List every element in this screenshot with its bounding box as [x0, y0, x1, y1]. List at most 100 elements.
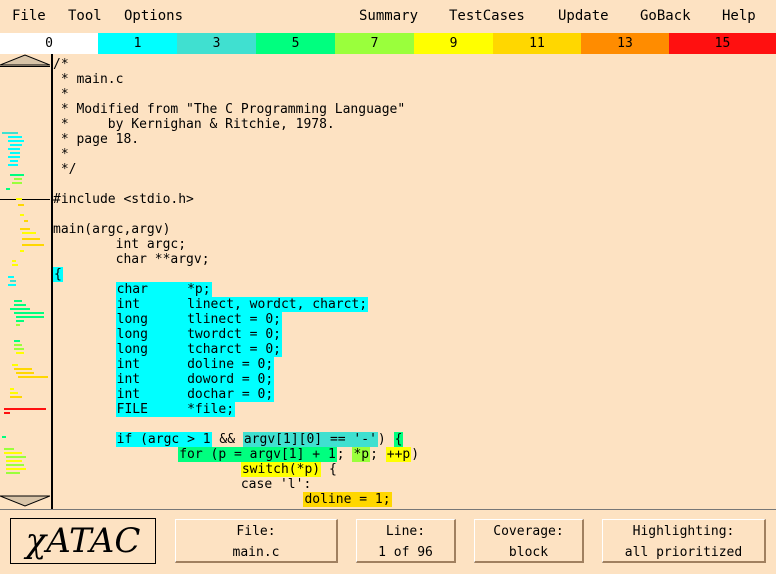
- highlighting-panel[interactable]: Highlighting: all prioritized: [602, 519, 766, 563]
- priority-label: 15: [714, 36, 731, 51]
- priority-label: 1: [133, 36, 142, 51]
- coverage-mark: [4, 452, 22, 454]
- coverage-mark: [4, 412, 10, 414]
- code-line: int argc;: [53, 237, 776, 252]
- coverage-mark: [8, 148, 20, 150]
- overview-scrollbar[interactable]: [0, 54, 53, 509]
- coverage-highlight: int dochar = 0;: [115, 387, 275, 402]
- code-line: *: [53, 147, 776, 162]
- coverage-mark: [6, 460, 22, 462]
- code-text: * by Kernighan & Ritchie, 1978.: [53, 117, 335, 132]
- coverage-mark: [10, 388, 14, 390]
- code-line: switch(*p) {: [53, 462, 776, 477]
- menu-goback[interactable]: GoBack: [640, 8, 691, 24]
- coverage-mark: [22, 232, 36, 234]
- priority-label: 3: [212, 36, 221, 51]
- code-line: * page 18.: [53, 132, 776, 147]
- coverage-mark: [14, 340, 20, 342]
- coverage-label: Coverage:: [493, 524, 564, 539]
- coverage-mark: [2, 132, 18, 134]
- menu-file[interactable]: File: [12, 8, 46, 24]
- coverage-mark: [16, 198, 22, 200]
- code-text: * Modified from "The C Programming Langu…: [53, 102, 406, 117]
- coverage-mark: [8, 276, 14, 278]
- coverage-mark: [6, 464, 24, 466]
- code-text: ;: [370, 447, 386, 462]
- coverage-mark: [10, 160, 18, 162]
- triangle-down-icon[interactable]: [0, 495, 50, 507]
- coverage-value: block: [508, 545, 549, 560]
- coverage-highlight: {: [393, 432, 404, 447]
- line-panel[interactable]: Line: 1 of 96: [356, 519, 456, 563]
- code-text: ;: [336, 447, 353, 462]
- file-panel[interactable]: File: main.c: [175, 519, 338, 563]
- priority-segment-15: 15: [669, 33, 776, 54]
- menu-help[interactable]: Help: [722, 8, 756, 24]
- coverage-mark: [12, 364, 18, 366]
- code-text: * page 18.: [53, 132, 140, 147]
- code-line: doline = 1;: [53, 492, 776, 507]
- code-line: /*: [53, 57, 776, 72]
- menu-tool[interactable]: Tool: [68, 8, 102, 24]
- menu-update[interactable]: Update: [558, 8, 609, 24]
- coverage-mark: [16, 320, 24, 322]
- coverage-mark: [8, 284, 16, 286]
- code-line: long tcharct = 0;: [53, 342, 776, 357]
- coverage-highlight: char *p;: [115, 282, 212, 297]
- code-line: for (p = argv[1] + 1; *p; ++p): [53, 447, 776, 462]
- triangle-up-icon[interactable]: [0, 54, 50, 66]
- coverage-panel[interactable]: Coverage: block: [474, 519, 584, 563]
- code-line: long tlinect = 0;: [53, 312, 776, 327]
- coverage-highlight: int linect, wordct, charct;: [115, 297, 369, 312]
- coverage-mark: [20, 214, 24, 216]
- priority-color-bar: 0 1 3 5 7 9 11 13 15: [0, 33, 776, 54]
- code-line: FILE *file;: [53, 402, 776, 417]
- coverage-highlight: FILE *file;: [115, 402, 236, 417]
- code-line: * main.c: [53, 72, 776, 87]
- coverage-mark: [16, 324, 20, 326]
- code-text: */: [53, 162, 77, 177]
- code-line: main(argc,argv): [53, 222, 776, 237]
- coverage-highlight: switch(*p): [240, 462, 322, 477]
- coverage-mark: [18, 204, 24, 206]
- code-text: ): [411, 447, 420, 462]
- code-line: char **argv;: [53, 252, 776, 267]
- code-text: {: [321, 462, 337, 477]
- coverage-highlight: for (p = argv[1] + 1: [178, 447, 337, 462]
- priority-segment-3: 3: [177, 33, 256, 54]
- code-line: #include <stdio.h>: [53, 192, 776, 207]
- menu-testcases[interactable]: TestCases: [449, 8, 525, 24]
- priority-label: 0: [45, 36, 53, 51]
- coverage-highlight: *p: [352, 447, 371, 462]
- priority-segment-7: 7: [335, 33, 414, 54]
- coverage-mark: [4, 448, 14, 450]
- code-line: */: [53, 162, 776, 177]
- menu-options[interactable]: Options: [124, 8, 183, 24]
- line-label: Line:: [385, 524, 426, 539]
- coverage-highlight: long twordct = 0;: [115, 327, 282, 342]
- coverage-highlight: if (argc > 1: [115, 432, 212, 447]
- coverage-mark: [6, 468, 26, 470]
- source-code-view[interactable]: /* * main.c * * Modified from "The C Pro…: [53, 57, 776, 507]
- coverage-mark: [22, 238, 40, 240]
- code-text: *: [53, 87, 69, 102]
- coverage-mark: [16, 372, 34, 374]
- coverage-mark: [10, 308, 30, 310]
- menu-summary[interactable]: Summary: [359, 8, 418, 24]
- code-line: *: [53, 87, 776, 102]
- file-value: main.c: [232, 545, 280, 560]
- code-text: #include <stdio.h>: [53, 192, 194, 207]
- code-line: char *p;: [53, 282, 776, 297]
- code-text: int argc;: [53, 237, 187, 252]
- priority-segment-9: 9: [414, 33, 493, 54]
